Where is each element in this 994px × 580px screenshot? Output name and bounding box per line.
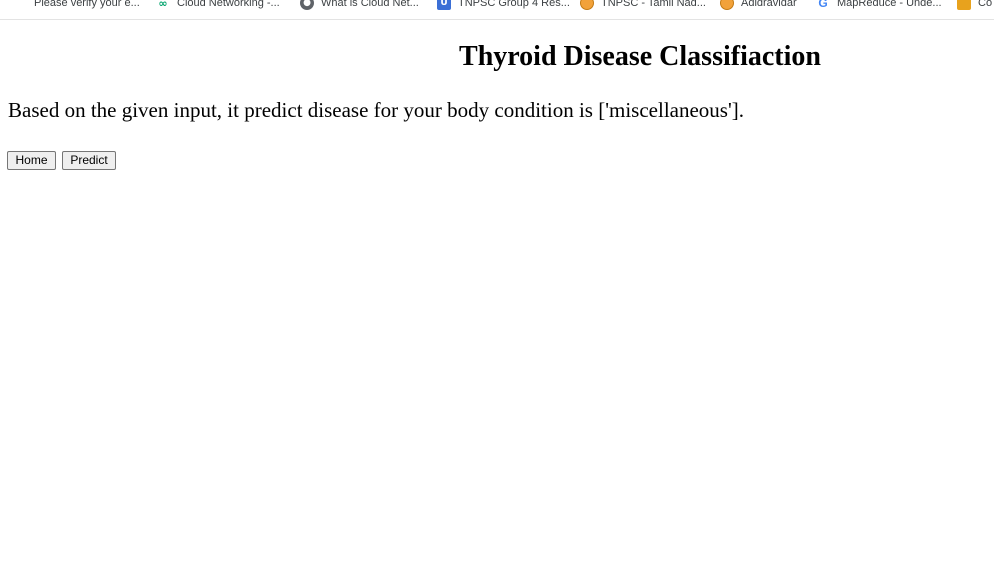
bookmark-label: Adidravidar	[741, 0, 797, 9]
tnpsc-icon	[720, 0, 734, 10]
u-icon: U	[437, 0, 451, 10]
home-button[interactable]: Home	[7, 151, 56, 170]
bookmark-tnpsc-group4[interactable]: U TNPSC Group 4 Res...	[437, 0, 570, 11]
bookmark-adidravidar[interactable]: Adidravidar	[720, 0, 797, 11]
folder-icon	[957, 0, 971, 10]
bookmark-label: TNPSC Group 4 Res...	[458, 0, 570, 9]
page-title: Thyroid Disease Classifiaction	[459, 41, 821, 72]
predict-button[interactable]: Predict	[62, 151, 116, 170]
bookmark-label: Please verify your e...	[34, 0, 140, 9]
bookmark-mapreduce[interactable]: G MapReduce - Unde...	[816, 0, 942, 11]
globe-icon: ●	[300, 0, 314, 10]
bookmark-label: TNPSC - Tamil Nad...	[601, 0, 706, 9]
bookmark-label: Cloud Networking -...	[177, 0, 280, 9]
bookmark-label: MapReduce - Unde...	[837, 0, 942, 9]
bookmark-please-verify[interactable]: Please verify your e...	[34, 0, 140, 11]
bookmark-tnpsc-tamil-nadu[interactable]: TNPSC - Tamil Nad...	[580, 0, 706, 11]
bookmark-co[interactable]: Co	[957, 0, 992, 11]
prediction-result: Based on the given input, it predict dis…	[8, 98, 744, 122]
bookmark-label: What is Cloud Net...	[321, 0, 419, 9]
cloud-icon: ∞	[158, 0, 168, 10]
bookmark-what-is-cloud[interactable]: ● What is Cloud Net...	[300, 0, 419, 11]
bookmark-label: Co	[978, 0, 993, 9]
tnpsc-icon	[580, 0, 594, 10]
bookmark-cloud-networking[interactable]: ∞ Cloud Networking -...	[156, 0, 280, 11]
bookmarks-bar: Please verify your e... ∞ Cloud Networki…	[0, 0, 994, 20]
google-icon: G	[818, 0, 828, 10]
